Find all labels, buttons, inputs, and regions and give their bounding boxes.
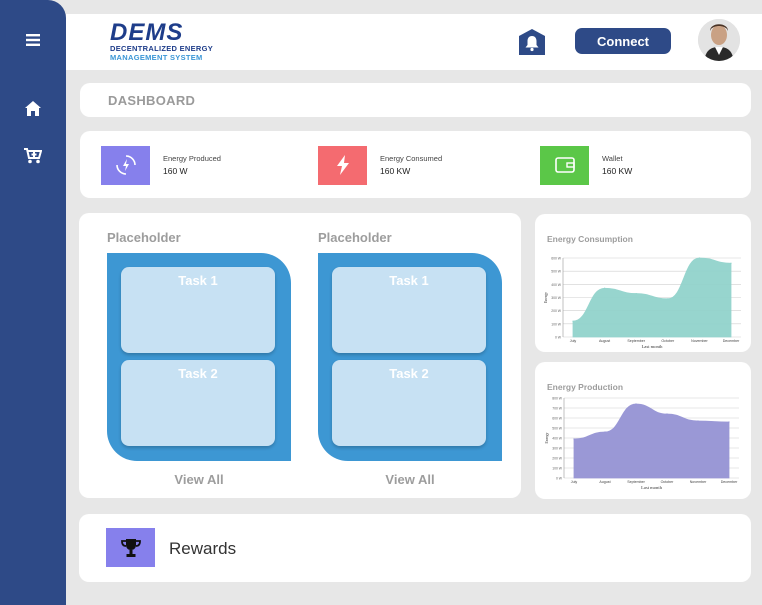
- x-tick-label: July: [570, 339, 577, 343]
- x-tick-label: December: [721, 480, 738, 484]
- sidebar: [0, 0, 66, 605]
- connect-button[interactable]: Connect: [575, 28, 671, 54]
- data-point: [572, 320, 574, 322]
- y-tick-label: 300 W: [551, 296, 562, 300]
- data-point: [730, 262, 732, 264]
- stat-label: Wallet: [602, 154, 623, 163]
- view-all-link[interactable]: View All: [318, 472, 502, 487]
- data-point: [666, 413, 668, 415]
- task-column: Placeholder Task 1 Task 2 View All: [107, 213, 291, 498]
- x-tick-label: August: [599, 480, 610, 484]
- logo-mark: DEMS: [110, 19, 184, 46]
- y-tick-label: 500 W: [551, 270, 562, 274]
- x-tick-label: October: [661, 480, 675, 484]
- page-title: DASHBOARD: [108, 93, 196, 108]
- data-point: [635, 403, 637, 405]
- series-area: [573, 403, 730, 479]
- cart-icon[interactable]: [0, 139, 66, 173]
- stat-label: Energy Consumed: [380, 154, 443, 163]
- y-tick-label: 0 W: [556, 477, 563, 481]
- y-tick-label: 400 W: [552, 437, 563, 441]
- task-title: Task 2: [178, 366, 218, 381]
- logo-line1: DECENTRALIZED ENERGY: [110, 44, 214, 53]
- task-column: Placeholder Task 1 Task 2 View All: [318, 213, 502, 498]
- data-point: [604, 287, 606, 289]
- tasks-card: Placeholder Task 1 Task 2 View All Place…: [79, 213, 521, 498]
- x-tick-label: September: [627, 480, 645, 484]
- stat-label: Energy Produced: [163, 154, 221, 163]
- y-tick-label: 400 W: [551, 283, 562, 287]
- task-panel: Task 1 Task 2: [107, 253, 291, 461]
- y-tick-label: 300 W: [552, 447, 563, 451]
- y-axis-label: Energy: [544, 292, 548, 303]
- y-tick-label: 700 W: [552, 407, 563, 411]
- y-tick-label: 200 W: [552, 457, 563, 461]
- stat-value: 160 KW: [380, 166, 411, 176]
- energy-production-card: Energy Production 0 W 100 W 200 W 300 W 400 …: [535, 362, 751, 499]
- task-card[interactable]: Task 1: [332, 267, 486, 353]
- stat-energy-produced: Energy Produced 160 W: [101, 145, 221, 185]
- stat-energy-consumed: Energy Consumed 160 KW: [318, 145, 442, 185]
- rewards-label: Rewards: [169, 539, 237, 558]
- x-tick-label: August: [599, 339, 610, 343]
- top-bar: DEMS DECENTRALIZED ENERGY MANAGEMENT SYS…: [66, 14, 762, 70]
- task-card[interactable]: Task 2: [121, 360, 275, 446]
- logo-line2: MANAGEMENT SYSTEM: [110, 53, 203, 62]
- y-tick-label: 600 W: [551, 257, 562, 261]
- rewards-card[interactable]: Rewards: [79, 514, 751, 582]
- view-all-link[interactable]: View All: [107, 472, 291, 487]
- energy-consumption-chart: 0 W 100 W 200 W 300 W 400 W 500 W 600 W July Aug…: [544, 257, 741, 349]
- energy-consumption-card: Energy Consumption 0 W 100 W 200 W 300 W 400…: [535, 214, 751, 352]
- task-panel: Task 1 Task 2: [318, 253, 502, 461]
- data-point: [698, 257, 700, 259]
- stat-wallet: Wallet 160 KW: [540, 145, 632, 185]
- task-card[interactable]: Task 2: [332, 360, 486, 446]
- dems-logo: DEMS DECENTRALIZED ENERGY MANAGEMENT SYS…: [110, 19, 220, 64]
- y-tick-label: 500 W: [552, 427, 563, 431]
- trophy-icon: [106, 528, 155, 567]
- stat-value: 160 KW: [602, 166, 633, 176]
- y-tick-label: 200 W: [551, 309, 562, 313]
- series-area: [572, 257, 732, 338]
- avatar[interactable]: [698, 19, 740, 61]
- y-tick-label: 800 W: [552, 397, 563, 401]
- task-title: Task 1: [389, 273, 429, 288]
- task-title: Task 2: [389, 366, 429, 381]
- column-heading: Placeholder: [318, 230, 392, 245]
- x-tick-label: November: [691, 339, 708, 343]
- dashboard-title-card: DASHBOARD: [80, 83, 751, 117]
- column-heading: Placeholder: [107, 230, 181, 245]
- stats-card: Energy Produced 160 W Energy Consumed 16…: [80, 131, 751, 198]
- lightning-icon: [318, 145, 367, 185]
- data-point: [667, 298, 669, 300]
- y-tick-label: 0 W: [555, 336, 562, 340]
- y-tick-label: 100 W: [551, 322, 562, 326]
- x-axis-label: Last month: [641, 485, 663, 490]
- x-axis-label: Last month: [642, 344, 664, 349]
- data-point: [573, 438, 575, 440]
- data-point: [697, 420, 699, 422]
- hamburger-menu-icon[interactable]: [0, 12, 66, 68]
- x-tick-label: October: [661, 339, 675, 343]
- wallet-icon: [540, 145, 589, 185]
- data-point: [728, 421, 730, 423]
- bell-icon[interactable]: [519, 29, 545, 55]
- x-tick-label: November: [690, 480, 707, 484]
- y-axis-label: Energy: [545, 432, 549, 443]
- data-point: [604, 431, 606, 433]
- x-tick-label: September: [627, 339, 645, 343]
- x-tick-label: July: [571, 480, 578, 484]
- task-card[interactable]: Task 1: [121, 267, 275, 353]
- data-point: [635, 292, 637, 295]
- energy-produced-icon: [101, 145, 150, 185]
- energy-production-chart: 0 W 100 W 200 W 300 W 400 W 500 W 600 W 700 W 80…: [545, 397, 739, 490]
- y-tick-label: 100 W: [552, 467, 563, 471]
- y-tick-label: 600 W: [552, 417, 563, 421]
- task-title: Task 1: [178, 273, 218, 288]
- stat-value: 160 W: [163, 166, 188, 176]
- x-tick-label: December: [723, 339, 740, 343]
- home-icon[interactable]: [0, 91, 66, 125]
